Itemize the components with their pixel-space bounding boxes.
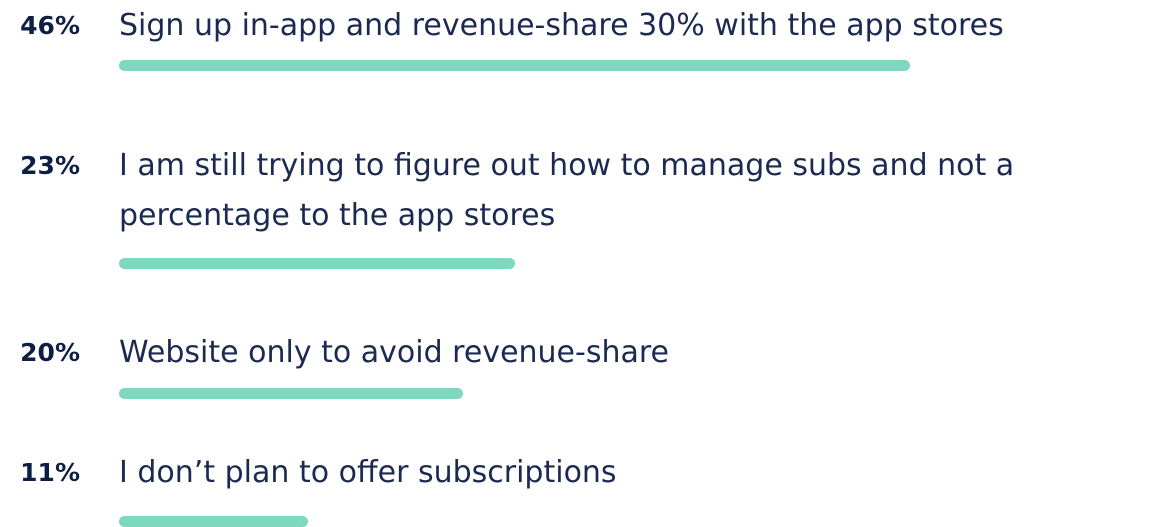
result-bar [119,388,463,399]
result-bar [119,258,515,269]
percentage-label: 46% [20,11,80,40]
option-label: I don’t plan to offer subscriptions [119,455,617,490]
percentage-label: 23% [20,151,80,180]
percentage-label: 20% [20,338,80,367]
option-label: Website only to avoid revenue-share [119,335,669,370]
option-label: I am still trying to figure out how to m… [119,148,1015,233]
result-bar [119,60,910,71]
result-bar [119,516,308,527]
poll-results: { "chart_data": { "type": "bar", "orient… [0,0,1151,527]
option-label: Sign up in-app and revenue-share 30% wit… [119,8,1004,43]
percentage-label: 11% [20,458,80,487]
